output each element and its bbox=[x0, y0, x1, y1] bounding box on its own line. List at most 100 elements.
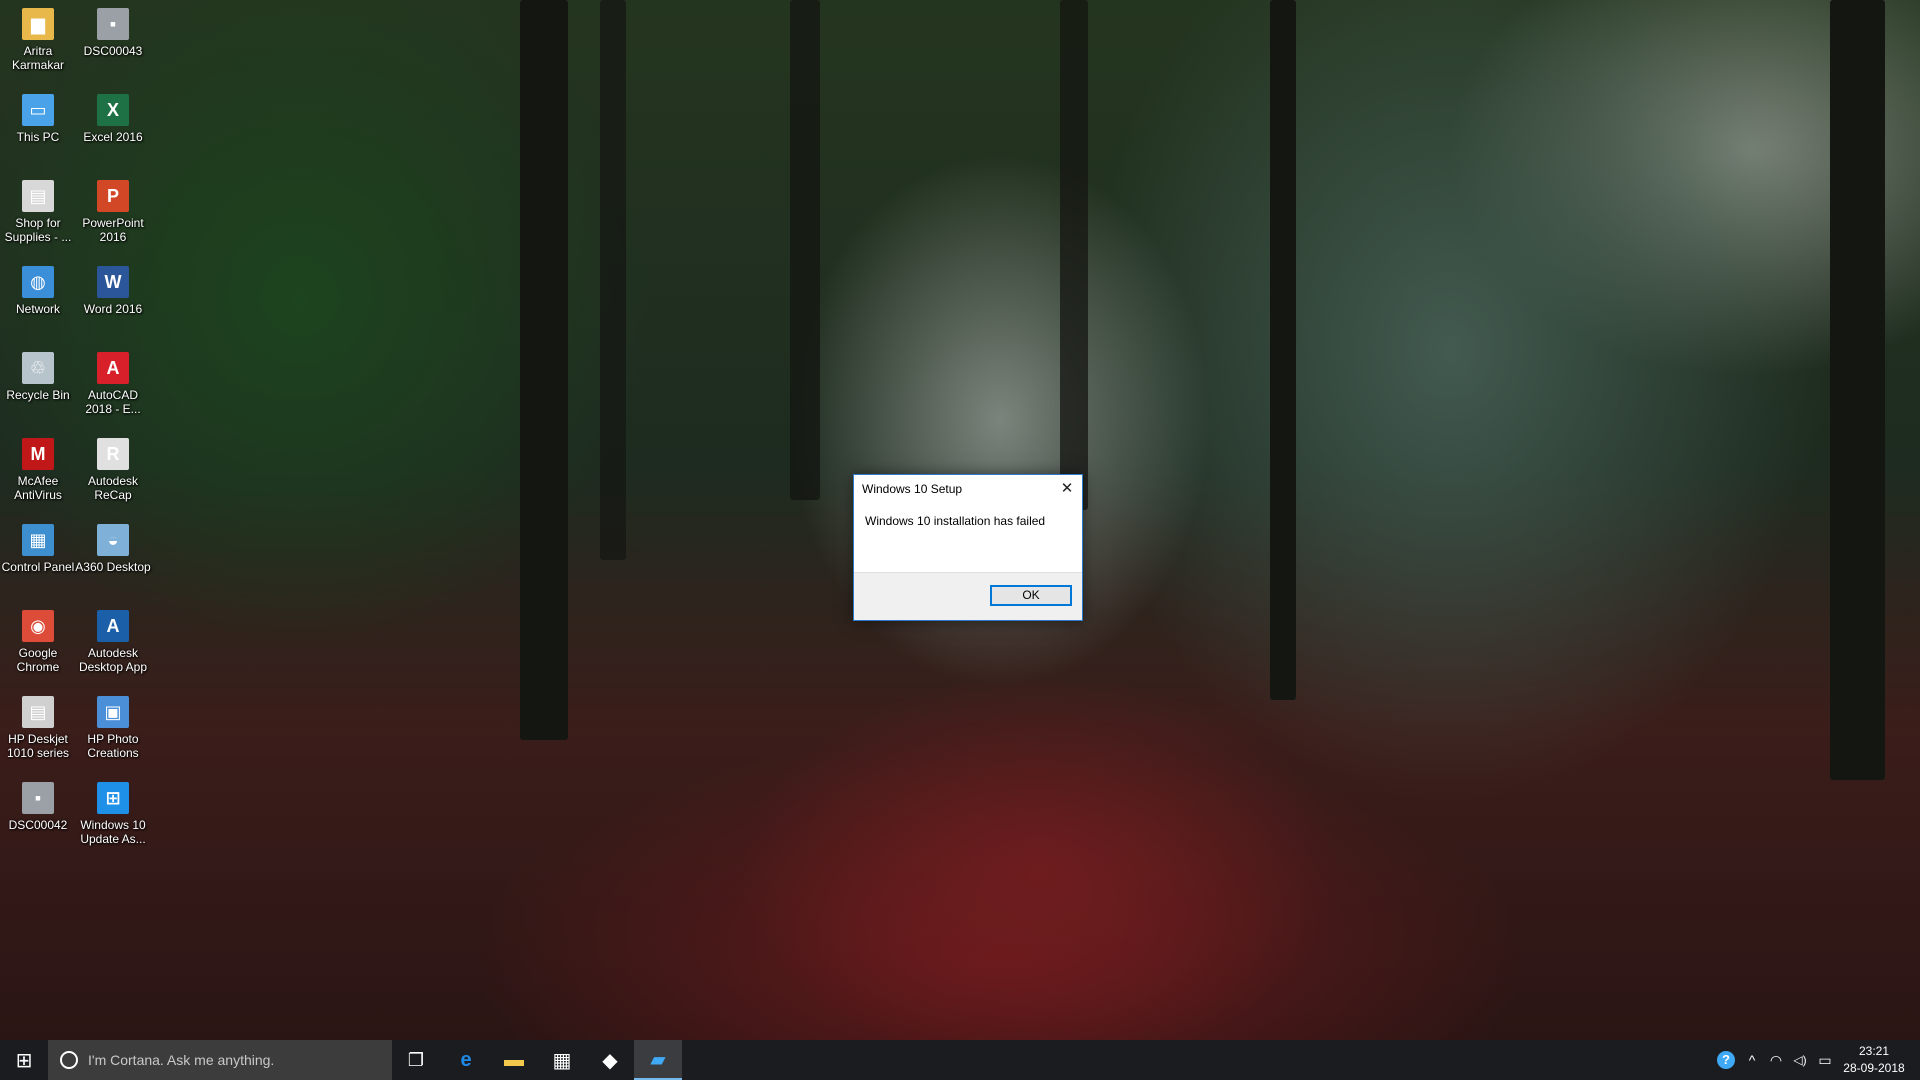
close-icon[interactable]: ✕ bbox=[1052, 475, 1082, 503]
chevron-up-icon: ^ bbox=[1748, 1052, 1756, 1068]
taskbar-app-button[interactable]: e bbox=[442, 1040, 490, 1080]
desktop-icon[interactable]: X Excel 2016 bbox=[75, 86, 151, 144]
image-file-icon: ▪ bbox=[97, 8, 129, 40]
desktop-icon[interactable]: R Autodesk ReCap bbox=[75, 430, 151, 502]
hp-photo-creations-icon: ▣ bbox=[97, 696, 129, 728]
autodesk-recap-icon: R bbox=[97, 438, 129, 470]
desktop-icon-label: A360 Desktop bbox=[75, 560, 151, 574]
chrome-icon: ◉ bbox=[22, 610, 54, 642]
desktop-icon[interactable]: ▣ HP Photo Creations bbox=[75, 688, 151, 760]
desktop-icon-label: Autodesk ReCap bbox=[87, 474, 139, 502]
task-view-icon: ❐ bbox=[407, 1049, 425, 1070]
wallpaper-trunk bbox=[600, 0, 626, 560]
desktop-icon-label: McAfee AntiVirus bbox=[14, 474, 62, 502]
clock-time: 23:21 bbox=[1858, 1044, 1890, 1058]
desktop-icon[interactable]: W Word 2016 bbox=[75, 258, 151, 316]
wallpaper-path bbox=[640, 560, 1440, 1040]
start-button[interactable]: ⊞ bbox=[0, 1040, 48, 1080]
notification-icon: ▭ bbox=[1818, 1051, 1832, 1068]
autodesk-desktop-app-icon: A bbox=[97, 610, 129, 642]
autocad-icon: A bbox=[97, 352, 129, 384]
desktop-icon[interactable]: A Autodesk Desktop App bbox=[75, 602, 151, 674]
wallpaper-trunk bbox=[520, 0, 568, 740]
volume-icon: ◁) bbox=[1793, 1053, 1807, 1067]
desktop-icon[interactable]: ♲ Recycle Bin bbox=[0, 344, 76, 402]
computer-icon: ▭ bbox=[22, 94, 54, 126]
wallpaper-trunk bbox=[790, 0, 820, 500]
desktop-icon[interactable]: P PowerPoint 2016 bbox=[75, 172, 151, 244]
desktop-icon-label: Aritra Karmakar bbox=[11, 44, 64, 72]
desktop-icon[interactable]: ⊞ Windows 10 Update As... bbox=[75, 774, 151, 846]
taskbar-app-button[interactable]: ▰ bbox=[634, 1040, 682, 1080]
wifi-icon: ◠ bbox=[1769, 1051, 1783, 1068]
desktop-icon-label: HP Deskjet 1010 series bbox=[6, 732, 70, 760]
desktop-icon[interactable]: ▦ Control Panel bbox=[0, 516, 76, 574]
word-icon: W bbox=[97, 266, 129, 298]
desktop-icon-label: AutoCAD 2018 - E... bbox=[85, 388, 141, 416]
printer-icon: ▤ bbox=[22, 696, 54, 728]
desktop-icon[interactable]: ▭ This PC bbox=[0, 86, 76, 144]
dropbox-icon: ◆ bbox=[602, 1049, 618, 1072]
network-icon: ◍ bbox=[22, 266, 54, 298]
windows-setup-icon: ▰ bbox=[650, 1048, 666, 1071]
taskbar-app-button[interactable]: ▬ bbox=[490, 1040, 538, 1080]
volume-tray-button[interactable]: ◁) bbox=[1788, 1040, 1812, 1080]
store-icon: ▦ bbox=[552, 1049, 572, 1072]
edge-icon: e bbox=[460, 1048, 472, 1071]
clock-date: 28-09-2018 bbox=[1843, 1061, 1905, 1075]
windows-update-assistant-icon: ⊞ bbox=[97, 782, 129, 814]
recycle-bin-icon: ♲ bbox=[22, 352, 54, 384]
dialog-message: Windows 10 installation has failed bbox=[865, 514, 1046, 528]
dialog-titlebar[interactable]: Windows 10 Setup ✕ bbox=[854, 475, 1082, 503]
desktop-icon-label: PowerPoint 2016 bbox=[82, 216, 144, 244]
cortana-placeholder: I'm Cortana. Ask me anything. bbox=[88, 1052, 275, 1068]
desktop-icon[interactable]: ◍ Network bbox=[0, 258, 76, 316]
dialog-footer: OK bbox=[854, 572, 1082, 620]
desktop-icon-label: Word 2016 bbox=[83, 302, 143, 316]
file-explorer-icon: ▬ bbox=[504, 1048, 524, 1071]
desktop-icon-label: DSC00043 bbox=[83, 44, 143, 58]
image-file-icon: ▪ bbox=[22, 782, 54, 814]
a360-desktop-icon: ◒ bbox=[97, 524, 129, 556]
help-icon: ? bbox=[1717, 1051, 1735, 1069]
ok-button[interactable]: OK bbox=[990, 585, 1072, 606]
taskbar-app-button[interactable]: ▦ bbox=[538, 1040, 586, 1080]
desktop-icon-label: Control Panel bbox=[1, 560, 75, 574]
network-tray-button[interactable]: ◠ bbox=[1764, 1040, 1788, 1080]
mcafee-icon: M bbox=[22, 438, 54, 470]
setup-error-dialog: Windows 10 Setup ✕ Windows 10 installati… bbox=[853, 474, 1083, 621]
help-tray-button[interactable]: ? bbox=[1712, 1040, 1740, 1080]
desktop-icon-label: DSC00042 bbox=[8, 818, 68, 832]
desktop-icon[interactable]: A AutoCAD 2018 - E... bbox=[75, 344, 151, 416]
desktop-icon[interactable]: ▪ DSC00042 bbox=[0, 774, 76, 832]
desktop-icon-label: This PC bbox=[16, 130, 60, 144]
desktop-icon-label: HP Photo Creations bbox=[87, 732, 139, 760]
taskbar-app-button[interactable]: ◆ bbox=[586, 1040, 634, 1080]
printer-shop-icon: ▤ bbox=[22, 180, 54, 212]
show-hidden-icons-button[interactable]: ^ bbox=[1740, 1040, 1764, 1080]
cortana-search-box[interactable]: I'm Cortana. Ask me anything. bbox=[48, 1040, 392, 1080]
desktop-icon-label: Autodesk Desktop App bbox=[78, 646, 148, 674]
desktop-icon-label: Windows 10 Update As... bbox=[80, 818, 146, 846]
desktop-icon[interactable]: M McAfee AntiVirus bbox=[0, 430, 76, 502]
control-panel-icon: ▦ bbox=[22, 524, 54, 556]
desktop-icon-label: Recycle Bin bbox=[6, 388, 70, 402]
desktop-icon[interactable]: ▤ HP Deskjet 1010 series bbox=[0, 688, 76, 760]
clock[interactable]: 23:21 28-09-2018 bbox=[1838, 1043, 1910, 1077]
desktop-icon-label: Shop for Supplies - ... bbox=[4, 216, 72, 244]
cortana-icon bbox=[60, 1051, 78, 1069]
powerpoint-icon: P bbox=[97, 180, 129, 212]
task-view-button[interactable]: ❐ bbox=[392, 1040, 440, 1080]
desktop-icon[interactable]: ◒ A360 Desktop bbox=[75, 516, 151, 574]
action-center-button[interactable]: ▭ bbox=[1812, 1040, 1838, 1080]
excel-icon: X bbox=[97, 94, 129, 126]
desktop-icon[interactable]: ▤ Shop for Supplies - ... bbox=[0, 172, 76, 244]
wallpaper-trunk bbox=[1060, 0, 1088, 510]
desktop-icon[interactable]: ▆ Aritra Karmakar bbox=[0, 0, 76, 72]
wallpaper-trunk bbox=[1830, 0, 1885, 780]
desktop-icon[interactable]: ◉ Google Chrome bbox=[0, 602, 76, 674]
desktop-icon[interactable]: ▪ DSC00043 bbox=[75, 0, 151, 58]
windows-logo-icon: ⊞ bbox=[15, 1049, 33, 1072]
user-folder-icon: ▆ bbox=[22, 8, 54, 40]
dialog-title: Windows 10 Setup bbox=[862, 482, 963, 496]
